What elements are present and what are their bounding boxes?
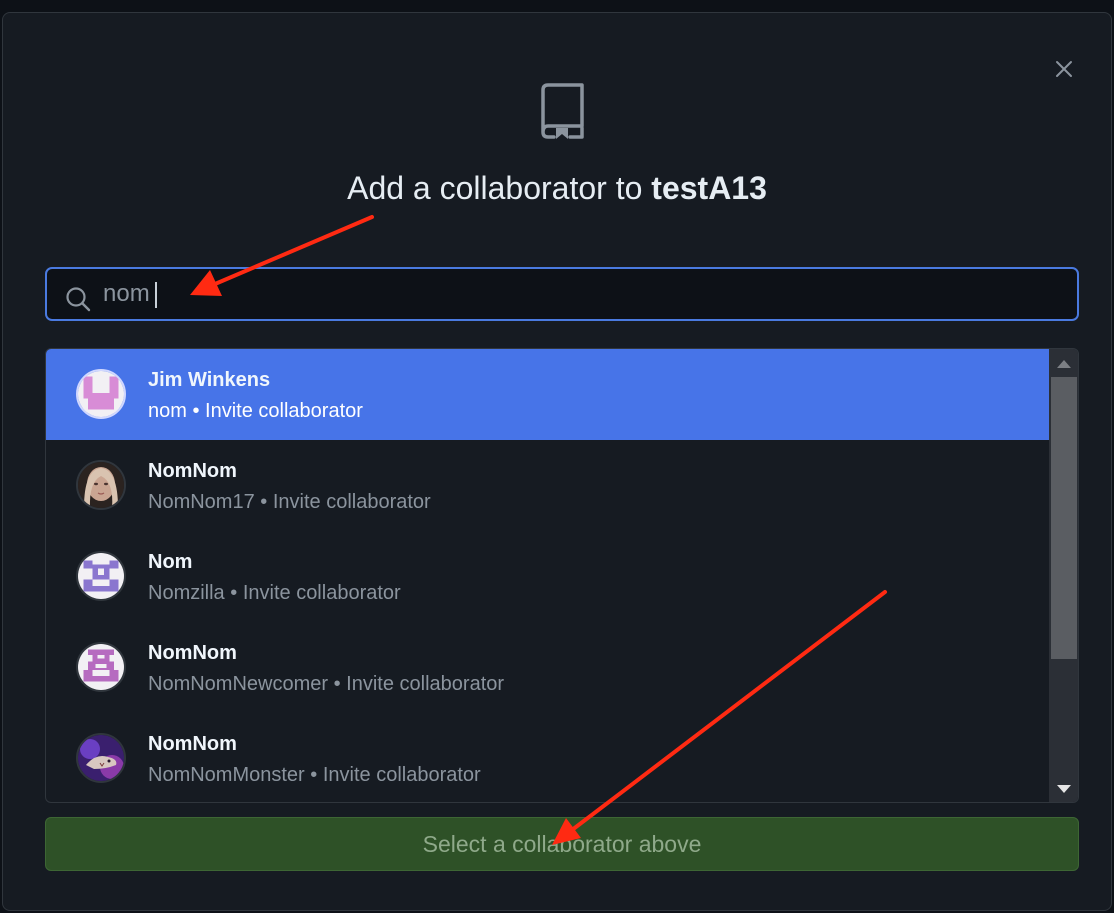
separator: • — [230, 582, 238, 604]
collaborator-name: NomNom — [148, 460, 237, 482]
repo-name: testA13 — [651, 170, 767, 206]
collaborator-name: NomNom — [148, 733, 237, 755]
suggestion-item[interactable]: Nom Nomzilla • Invite collaborator — [46, 531, 1049, 622]
title-prefix: Add a collaborator to — [347, 170, 643, 206]
collaborator-username-line: Nomzilla • Invite collaborator — [148, 580, 401, 606]
close-icon — [1056, 61, 1072, 77]
invite-label: Invite collaborator — [242, 582, 401, 604]
collaborator-name: Nom — [148, 551, 193, 573]
avatar — [76, 460, 126, 510]
collaborator-username: NomNom17 — [148, 491, 255, 513]
triangle-down-icon — [1057, 785, 1071, 793]
suggestions-dropdown: Jim Winkens nom • Invite collaborator No… — [45, 348, 1079, 803]
suggestion-item[interactable]: NomNom NomNomMonster • Invite collaborat… — [46, 713, 1049, 802]
invite-label: Invite collaborator — [346, 673, 505, 695]
separator: • — [310, 764, 318, 786]
scroll-thumb[interactable] — [1051, 377, 1077, 659]
search-icon — [66, 287, 91, 312]
separator: • — [192, 400, 200, 422]
collaborator-username-line: NomNomNewcomer • Invite collaborator — [148, 671, 504, 697]
dialog-title: Add a collaborator to testA13 — [0, 166, 1114, 210]
collaborator-username-line: NomNomMonster • Invite collaborator — [148, 762, 481, 788]
collaborator-name: Jim Winkens — [148, 369, 271, 391]
search-input[interactable] — [103, 277, 1043, 311]
collaborator-name: NomNom — [148, 642, 237, 664]
collaborator-username: Nomzilla — [148, 582, 225, 604]
collaborator-username: NomNomMonster — [148, 764, 305, 786]
repo-icon — [541, 83, 584, 139]
text-caret — [155, 282, 157, 308]
avatar — [76, 733, 126, 783]
invite-label: Invite collaborator — [205, 400, 363, 422]
separator: • — [260, 491, 268, 513]
dropdown-scrollbar[interactable] — [1049, 349, 1078, 802]
close-button[interactable] — [1050, 55, 1078, 83]
collaborator-username: NomNomNewcomer — [148, 673, 329, 695]
invite-label: Invite collaborator — [272, 491, 431, 513]
collaborator-username-line: nom • Invite collaborator — [148, 398, 363, 424]
suggestion-item[interactable]: NomNom NomNom17 • Invite collaborator — [46, 440, 1049, 531]
triangle-up-icon — [1057, 360, 1071, 368]
avatar — [76, 369, 126, 419]
search-field[interactable] — [45, 267, 1079, 321]
avatar — [76, 551, 126, 601]
scroll-up-button[interactable] — [1049, 353, 1078, 375]
collaborator-username-line: NomNom17 • Invite collaborator — [148, 489, 431, 515]
scroll-down-button[interactable] — [1049, 778, 1078, 800]
invite-label: Invite collaborator — [322, 764, 481, 786]
separator: • — [333, 673, 341, 695]
collaborator-username: nom — [148, 400, 187, 422]
suggestion-item[interactable]: Jim Winkens nom • Invite collaborator — [46, 349, 1049, 440]
avatar — [76, 642, 126, 692]
select-collaborator-button[interactable]: Select a collaborator above — [45, 817, 1079, 871]
suggestion-list: Jim Winkens nom • Invite collaborator No… — [46, 349, 1049, 802]
suggestion-item[interactable]: NomNom NomNomNewcomer • Invite collabora… — [46, 622, 1049, 713]
